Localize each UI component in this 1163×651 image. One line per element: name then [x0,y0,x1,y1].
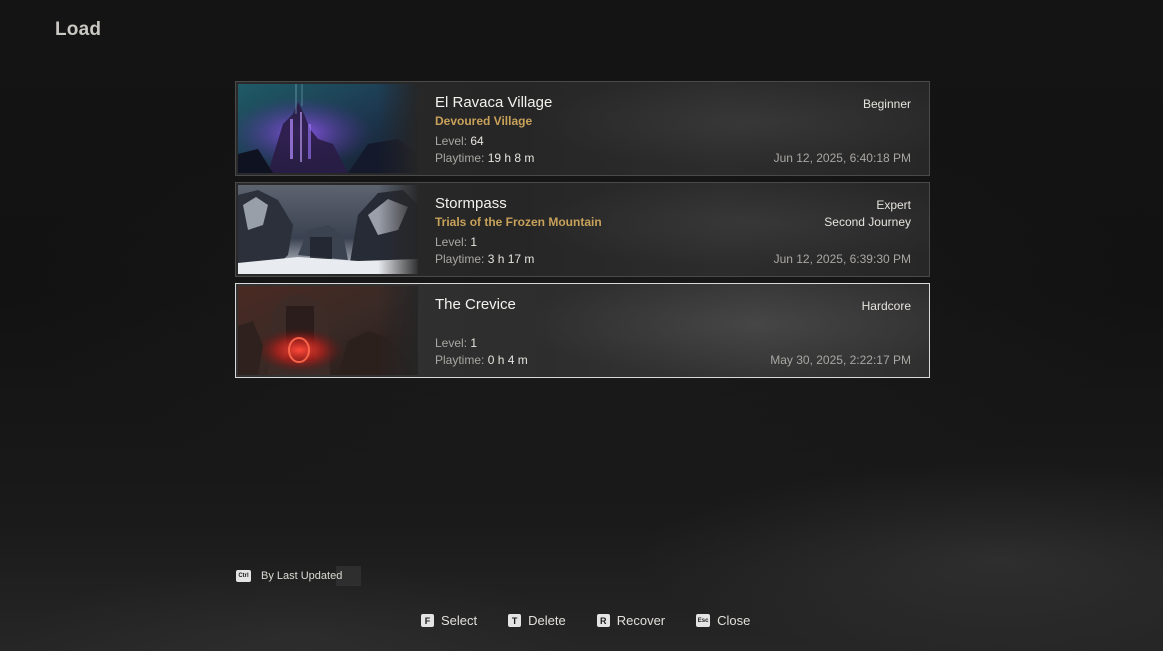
save-difficulty: Beginner [862,97,911,111]
select-label: Select [441,613,478,628]
sort-toggle[interactable]: Ctrl By Last Updated [236,566,361,586]
save-name: Stormpass [435,195,507,212]
close-button[interactable]: Esc Close [696,613,750,628]
save-slot-el-ravaca-village[interactable]: El Ravaca Village Devoured Village Level… [235,81,930,176]
recover-button[interactable]: R Recover [596,613,666,628]
delete-button[interactable]: T Delete [508,613,566,628]
save-difficulty: Hardcore [861,299,911,313]
save-level: Level: 1 [435,336,478,350]
save-playtime: Playtime: 19 h 8 m [435,151,535,165]
save-area: Trials of the Frozen Mountain [435,215,602,229]
save-thumbnail [238,84,418,173]
save-playtime: Playtime: 3 h 17 m [435,252,535,266]
save-thumbnail [238,286,418,375]
save-level: Level: 64 [435,134,484,148]
r-key-icon: R [596,614,610,627]
save-slot-list: El Ravaca Village Devoured Village Level… [235,81,930,384]
save-slot-the-crevice[interactable]: The Crevice Level: 1 Playtime: 0 h 4 m H… [235,283,930,378]
sort-label: By Last Updated [261,570,343,582]
page-title: Load [55,19,102,40]
save-thumbnail [238,185,418,274]
esc-key-icon: Esc [696,614,711,627]
save-level: Level: 1 [435,235,478,249]
save-date: May 30, 2025, 2:22:17 PM [770,353,911,367]
save-slot-stormpass[interactable]: Stormpass Trials of the Frozen Mountain … [235,182,930,277]
action-bar: F Select T Delete R Recover Esc Close [421,613,750,628]
t-key-icon: T [508,614,522,627]
save-playtime: Playtime: 0 h 4 m [435,353,528,367]
close-label: Close [717,613,751,628]
save-date: Jun 12, 2025, 6:39:30 PM [773,252,911,266]
f-key-icon: F [421,614,434,627]
save-name: El Ravaca Village [435,94,553,111]
recover-label: Recover [616,613,666,628]
save-area: Devoured Village [435,114,533,128]
ctrl-key-icon: Ctrl [236,570,251,582]
delete-label: Delete [528,613,566,628]
save-journey: Second Journey [824,215,911,229]
select-button[interactable]: F Select [421,613,477,628]
save-date: Jun 12, 2025, 6:40:18 PM [773,151,911,165]
save-difficulty: Expert [876,198,911,212]
save-name: The Crevice [435,296,516,313]
